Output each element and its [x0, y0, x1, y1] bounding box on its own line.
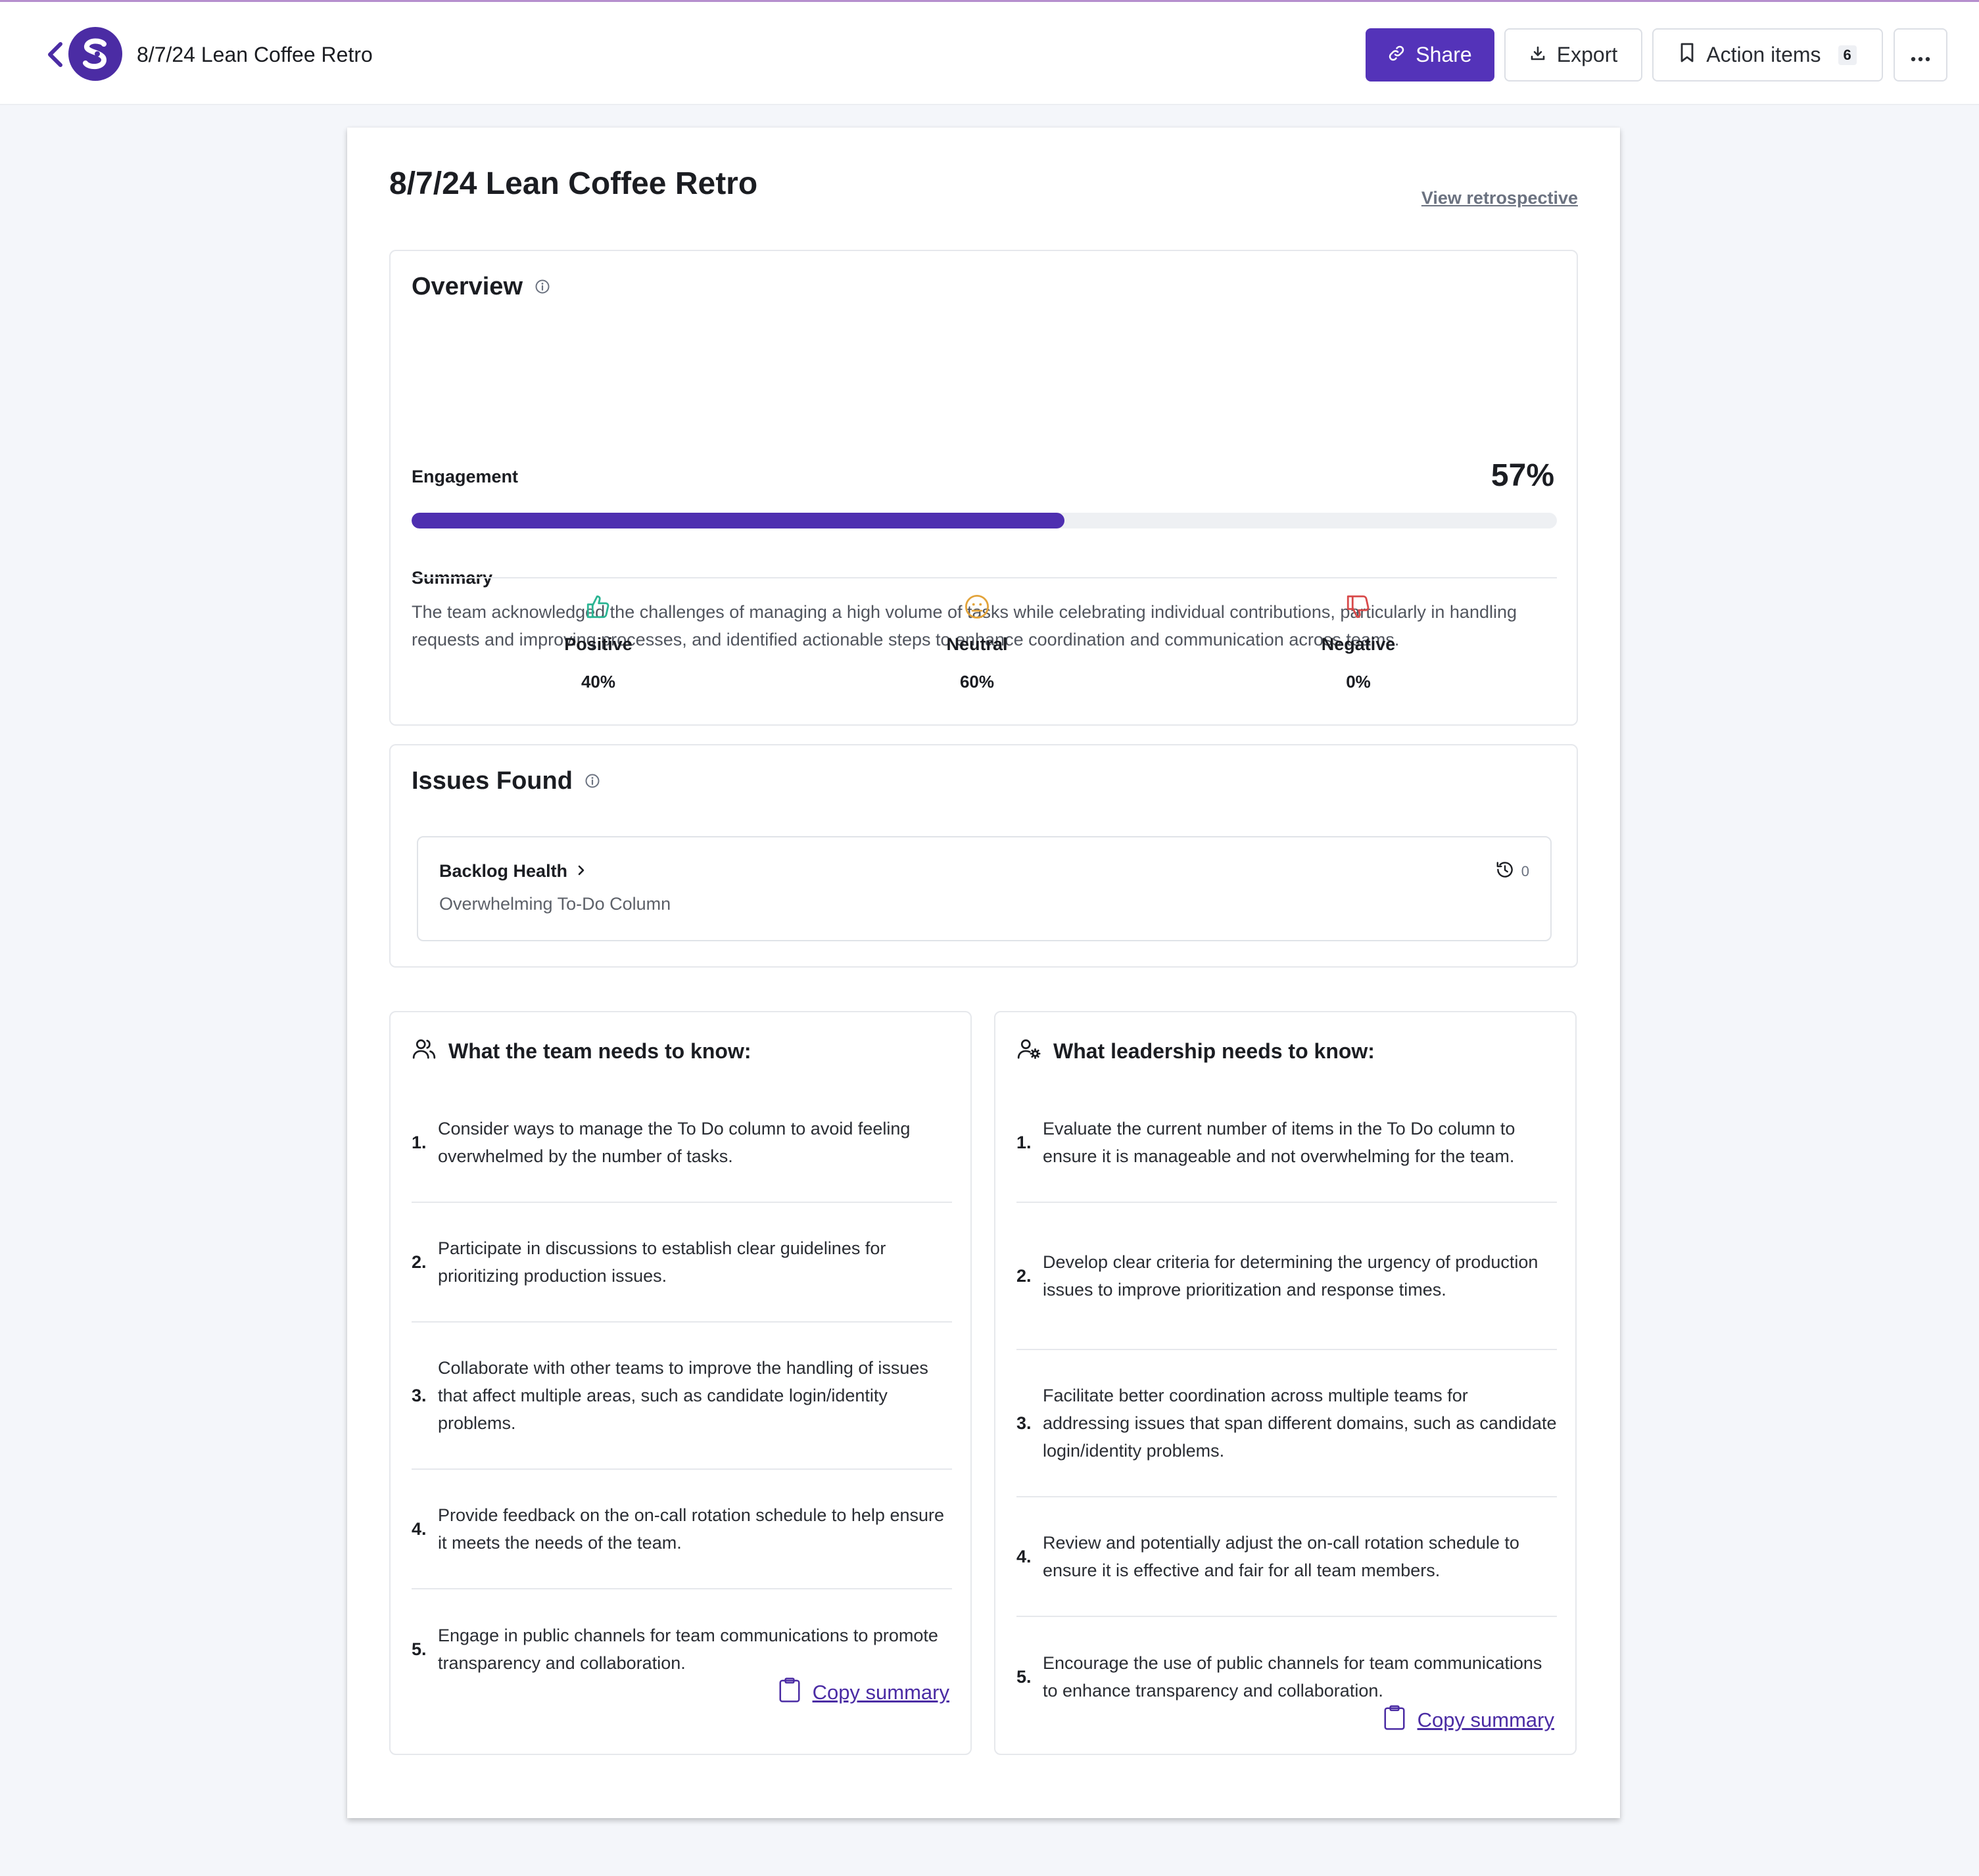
- view-retrospective-link[interactable]: View retrospective: [1421, 188, 1578, 208]
- list-item-text: Evaluate the current number of items in …: [1043, 1119, 1515, 1166]
- list-item: 3. Facilitate better coordination across …: [1016, 1350, 1557, 1497]
- team-needs-panel: What the team needs to know: 1. Consider …: [389, 1011, 972, 1755]
- app-logo[interactable]: [68, 27, 122, 81]
- sentiment-neutral: Neutral 60%: [878, 593, 1076, 692]
- overview-divider: [412, 577, 1557, 578]
- chevron-right-icon: [577, 861, 586, 881]
- list-item: 1. Consider ways to manage the To Do colu…: [412, 1083, 952, 1203]
- list-item: 4. Review and potentially adjust the on-c…: [1016, 1497, 1557, 1617]
- export-button[interactable]: Export: [1504, 28, 1642, 82]
- list-item-number: 3.: [412, 1385, 427, 1405]
- overview-title: Overview: [412, 273, 523, 300]
- list-item: 3. Collaborate with other teams to improv…: [412, 1323, 952, 1470]
- issue-history-count: 0: [1495, 860, 1529, 883]
- sentiment-positive: Positive 40%: [500, 593, 697, 692]
- list-item-number: 5.: [412, 1639, 427, 1659]
- overview-panel: Overview Engagement 57% Summary The team…: [389, 250, 1578, 726]
- list-item-text: Participate in discussions to establish …: [438, 1238, 886, 1286]
- thumbs-down-icon: [1260, 593, 1457, 624]
- list-item-text: Consider ways to manage the To Do column…: [438, 1119, 911, 1166]
- back-chevron-icon[interactable]: [43, 39, 67, 70]
- team-needs-list: 1. Consider ways to manage the To Do colu…: [412, 1083, 952, 1709]
- sentiment-negative: Negative 0%: [1260, 593, 1457, 692]
- more-options-button[interactable]: [1894, 28, 1947, 82]
- list-item-number: 1.: [1016, 1132, 1032, 1152]
- action-items-button[interactable]: Action items 6: [1652, 28, 1883, 82]
- ellipsis-icon: [1911, 43, 1930, 67]
- list-item: 2. Participate in discussions to establis…: [412, 1203, 952, 1323]
- issue-title-row: Backlog Health: [439, 861, 586, 881]
- action-items-count-badge: 6: [1838, 45, 1857, 65]
- neutral-face-icon: [878, 593, 1076, 624]
- info-icon[interactable]: [535, 271, 550, 302]
- thumbs-up-icon: [500, 593, 697, 624]
- list-item-text: Encourage the use of public channels for…: [1043, 1653, 1542, 1700]
- positive-value: 40%: [581, 672, 616, 692]
- share-button[interactable]: Share: [1366, 28, 1494, 82]
- retro-summary-card: 8/7/24 Lean Coffee Retro View retrospect…: [347, 128, 1620, 1818]
- copy-summary-button-leadership[interactable]: Copy summary: [1382, 1704, 1554, 1737]
- issue-subtitle: Overwhelming To-Do Column: [439, 894, 671, 914]
- leadership-needs-panel: What leadership needs to know: 1. Evaluat…: [994, 1011, 1577, 1755]
- list-item-number: 2.: [412, 1252, 427, 1272]
- engagement-value: 57%: [1490, 458, 1554, 493]
- issue-count-value: 0: [1521, 863, 1529, 879]
- list-item: 4. Provide feedback on the on-call rotati…: [412, 1470, 952, 1589]
- engagement-progress-bar: [412, 513, 1557, 528]
- list-item-number: 4.: [1016, 1546, 1032, 1566]
- clipboard-icon: [777, 1676, 802, 1709]
- team-needs-header: What the team needs to know:: [412, 1036, 751, 1066]
- issue-title: Backlog Health: [439, 861, 568, 881]
- negative-value: 0%: [1346, 672, 1371, 692]
- share-label: Share: [1416, 43, 1472, 66]
- list-item-number: 1.: [412, 1132, 427, 1152]
- history-icon: [1495, 860, 1515, 883]
- export-label: Export: [1556, 43, 1618, 66]
- leadership-needs-title: What leadership needs to know:: [1053, 1039, 1375, 1063]
- list-item-text: Review and potentially adjust the on-cal…: [1043, 1533, 1519, 1580]
- info-icon[interactable]: [584, 765, 600, 797]
- issues-title: Issues Found: [412, 767, 573, 795]
- list-item-text: Engage in public channels for team commu…: [438, 1626, 938, 1673]
- clipboard-icon: [1382, 1704, 1407, 1737]
- link-icon: [1388, 43, 1405, 67]
- neutral-value: 60%: [959, 672, 995, 692]
- page-title: 8/7/24 Lean Coffee Retro: [389, 166, 758, 201]
- user-settings-icon: [1016, 1036, 1041, 1066]
- list-item-number: 3.: [1016, 1413, 1032, 1433]
- list-item-number: 2.: [1016, 1265, 1032, 1286]
- overview-title-row: Overview: [412, 271, 550, 302]
- list-item-text: Provide feedback on the on-call rotation…: [438, 1505, 945, 1553]
- list-item: 2. Develop clear criteria for determining…: [1016, 1203, 1557, 1350]
- copy-summary-button-team[interactable]: Copy summary: [777, 1676, 949, 1709]
- list-item-text: Develop clear criteria for determining t…: [1043, 1252, 1538, 1300]
- neutral-label: Neutral: [946, 634, 1008, 654]
- app-title: 8/7/24 Lean Coffee Retro: [137, 43, 373, 66]
- copy-summary-label: Copy summary: [812, 1681, 949, 1704]
- engagement-progress-fill: [412, 513, 1064, 528]
- issues-title-row: Issues Found: [412, 765, 600, 797]
- leadership-needs-list: 1. Evaluate the current number of items i…: [1016, 1083, 1557, 1737]
- issue-card-backlog-health[interactable]: Backlog Health Overwhelming To-Do Column…: [417, 836, 1552, 941]
- list-item-number: 4.: [412, 1518, 427, 1539]
- copy-summary-label: Copy summary: [1417, 1708, 1554, 1731]
- users-icon: [412, 1036, 437, 1066]
- top-bar: 8/7/24 Lean Coffee Retro Share Export Ac…: [0, 0, 1979, 105]
- list-item-number: 5.: [1016, 1666, 1032, 1687]
- team-needs-title: What the team needs to know:: [448, 1039, 751, 1063]
- action-items-label: Action items: [1706, 43, 1821, 66]
- leadership-needs-header: What leadership needs to know:: [1016, 1036, 1375, 1066]
- list-item-text: Facilitate better coordination across mu…: [1043, 1386, 1557, 1461]
- issues-panel: Issues Found Backlog Health Overwhelming…: [389, 744, 1578, 968]
- list-item-text: Collaborate with other teams to improve …: [438, 1358, 928, 1433]
- positive-label: Positive: [564, 634, 632, 654]
- engagement-label: Engagement: [412, 467, 519, 486]
- negative-label: Negative: [1321, 634, 1396, 654]
- bookmark-icon: [1679, 42, 1696, 68]
- list-item: 1. Evaluate the current number of items i…: [1016, 1083, 1557, 1203]
- download-icon: [1529, 43, 1546, 67]
